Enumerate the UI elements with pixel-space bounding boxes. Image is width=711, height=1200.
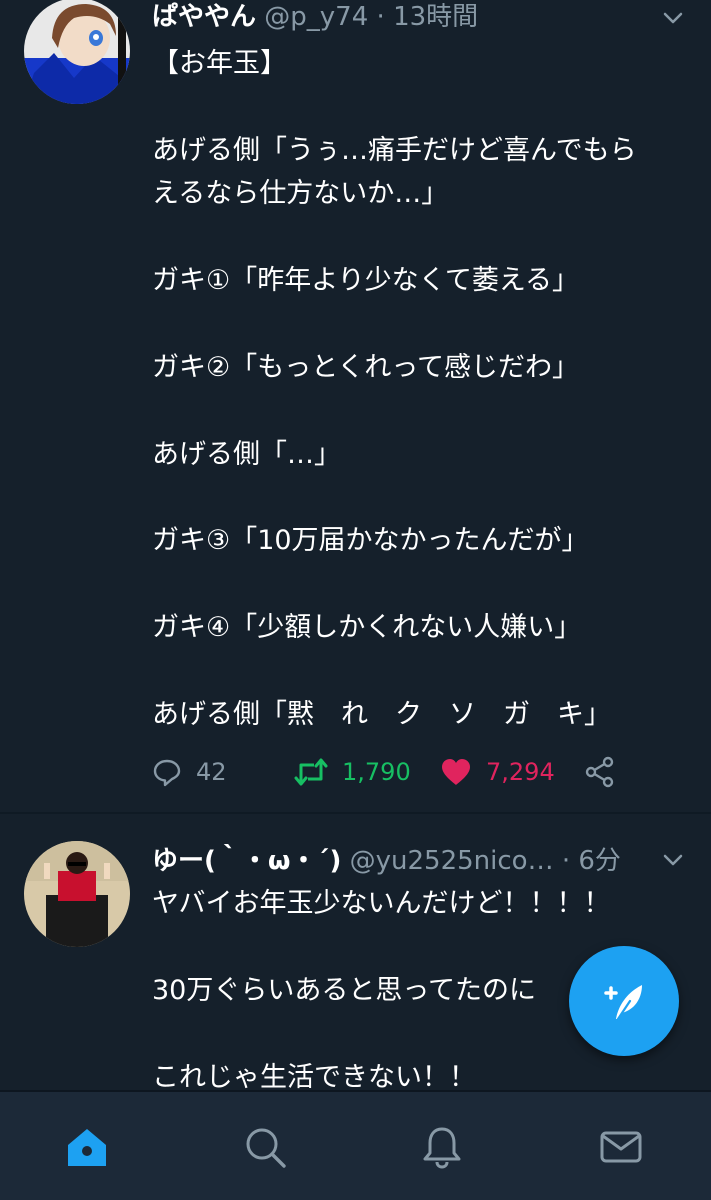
tweet-text-line: あげる側「…」 [152,438,341,470]
reply-button[interactable]: 42 [152,752,227,792]
tweet-text-line: ガキ④「少額しかくれない人嫌い」 [152,612,582,644]
user-handle[interactable]: @p_y74 [264,2,368,32]
avatar-image [24,841,130,947]
reply-icon [153,759,181,787]
timestamp[interactable]: 6分 [578,846,621,876]
avatar-image [24,0,130,104]
retweet-icon [294,758,328,786]
tweet-text-line: ヤバイお年玉少ないんだけど！！！！ [152,888,611,919]
tweet-text-line [152,85,692,128]
share-button[interactable] [584,752,630,792]
avatar[interactable] [24,0,130,104]
like-button[interactable]: 7,294 [440,752,555,792]
retweet-button[interactable]: 1,790 [294,752,411,792]
tweet-actions: 42 1,790 7,294 [152,752,632,792]
avatar[interactable] [24,841,130,947]
tweet-text-line [152,389,692,432]
share-icon [585,756,614,788]
tab-search[interactable] [240,1122,290,1172]
like-count: 7,294 [486,758,555,786]
tweet-text-line: ガキ①「昨年より少なくて萎える」 [152,264,580,296]
tweet-text-line [152,649,692,692]
tab-home[interactable] [62,1122,112,1172]
compose-icon [604,985,642,1021]
tweet[interactable]: ぱややん @p_y74 · 13時間 【お年玉】 あげる側「うぅ…痛手だけど喜ん… [0,0,711,812]
tweet-header: ぱややん @p_y74 · 13時間 [152,0,661,34]
bell-icon [423,1127,461,1169]
tweet-text-line: ガキ③「10万届かなかったんだが」 [152,525,589,557]
compose-button[interactable] [569,946,679,1056]
reply-count: 42 [196,758,227,786]
tweet-text-line [152,216,692,259]
timestamp[interactable]: 13時間 [393,2,478,32]
home-icon [68,1129,106,1166]
chevron-down-icon[interactable] [661,848,685,872]
tab-notifications[interactable] [417,1122,467,1172]
display-name[interactable]: ゆー(｀・ω・´) [152,846,341,876]
retweet-count: 1,790 [342,758,411,786]
tweet-text-line [152,302,692,345]
search-icon [246,1128,286,1168]
tweet-text-line: あげる側「うぅ…痛手だけど喜んでもら [152,134,637,166]
heart-icon [442,759,470,785]
tweet-text: 【お年玉】 あげる側「うぅ…痛手だけど喜んでもら えるなら仕方ないか…」 ガキ①… [152,42,692,736]
display-name[interactable]: ぱややん [152,2,256,32]
separator-dot: · [561,846,571,876]
tweet-text-line: えるなら仕方ないか…」 [152,178,449,210]
tweet-text-line: ガキ②「もっとくれって感じだわ」 [152,351,580,383]
tab-messages[interactable] [596,1122,646,1172]
mail-icon [600,1131,642,1163]
tweet-text-line [152,563,692,606]
chevron-down-icon[interactable] [661,6,685,30]
tweet-text-line: 【お年玉】 [152,48,287,79]
tweet-header: ゆー(｀・ω・´) @yu2525nico… · 6分 [152,844,661,878]
user-handle[interactable]: @yu2525nico… [350,846,554,876]
bottom-tab-bar [0,1090,711,1200]
tweet-text-line [152,476,692,519]
separator-dot: · [376,2,385,32]
tweet-text-line: あげる側「黙 れ ク ソ ガ キ」 [152,698,611,730]
